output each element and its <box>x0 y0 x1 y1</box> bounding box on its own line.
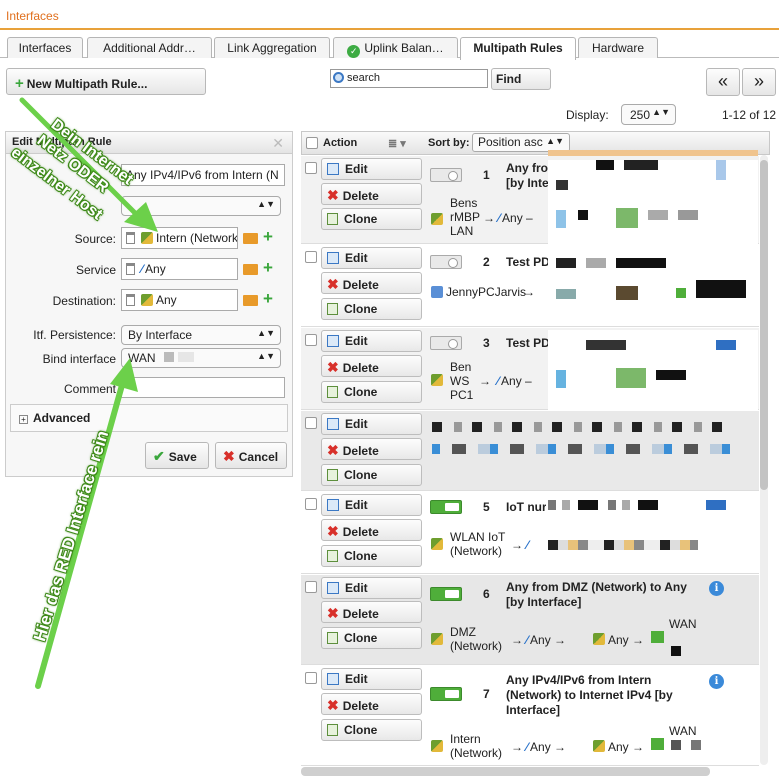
annotation-arrows <box>19 97 158 689</box>
arrow-to-bind-interface <box>35 358 138 689</box>
